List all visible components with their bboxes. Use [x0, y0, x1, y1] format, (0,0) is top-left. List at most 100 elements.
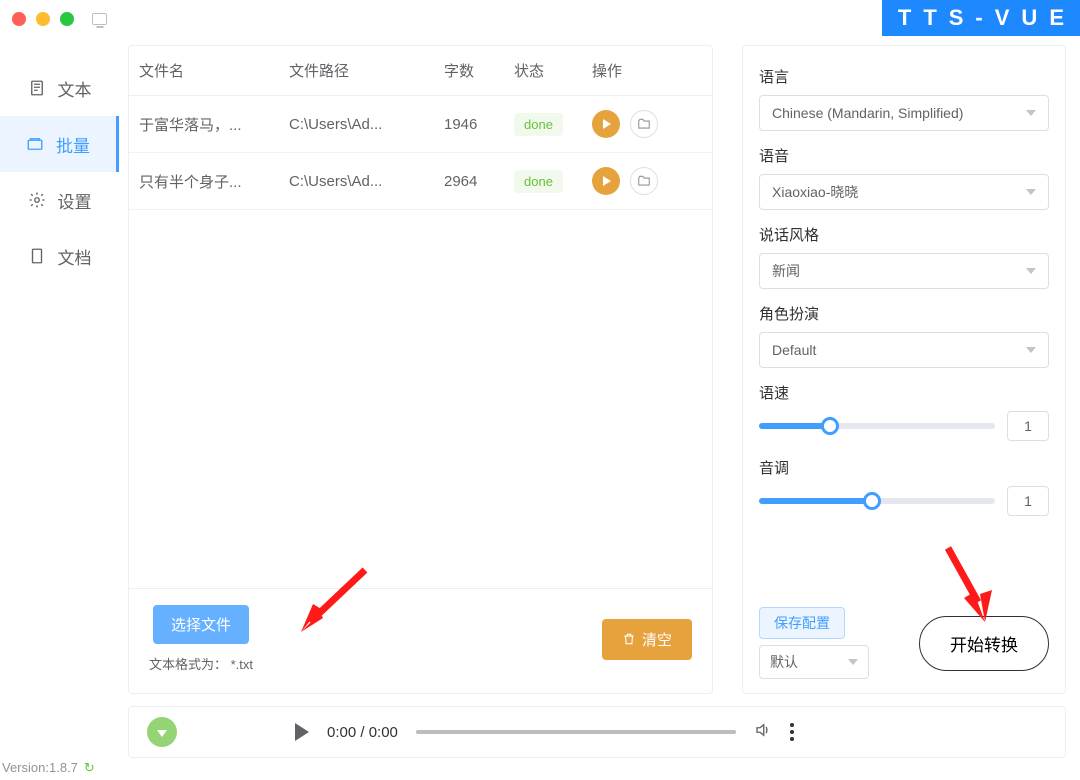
table-header-row: 文件名 文件路径 字数 状态 操作 — [129, 46, 712, 96]
open-folder-button[interactable] — [630, 167, 658, 195]
sidebar-item-text[interactable]: 文本 — [0, 60, 119, 116]
pitch-label: 音调 — [759, 457, 1049, 478]
play-icon — [603, 176, 611, 186]
style-select[interactable]: 新闻 — [759, 253, 1049, 289]
language-value: Chinese (Mandarin, Simplified) — [772, 105, 963, 121]
choose-file-group: 选择文件 文本格式为： *.txt — [149, 605, 253, 673]
settings-panel: 语言 Chinese (Mandarin, Simplified) 语音 Xia… — [742, 45, 1066, 694]
min-dot[interactable] — [36, 12, 50, 26]
cell-path: C:\Users\Ad... — [289, 116, 444, 133]
choose-file-button[interactable]: 选择文件 — [153, 605, 249, 644]
pitch-slider-thumb[interactable] — [863, 492, 881, 510]
th-status: 状态 — [514, 60, 592, 81]
cell-ops — [592, 167, 702, 195]
chevron-down-icon — [848, 659, 858, 665]
reload-icon[interactable]: ↻ — [84, 760, 95, 775]
cell-status: done — [514, 173, 592, 190]
language-select[interactable]: Chinese (Mandarin, Simplified) — [759, 95, 1049, 131]
style-value: 新闻 — [772, 261, 800, 281]
sidebar-item-docs[interactable]: 文档 — [0, 228, 119, 284]
trash-icon — [622, 632, 636, 646]
th-name: 文件名 — [139, 60, 289, 81]
sidebar: 文本 批量 设置 文档 — [0, 38, 120, 740]
sidebar-item-label: 文本 — [58, 76, 92, 101]
rate-label: 语速 — [759, 382, 1049, 403]
rate-slider[interactable] — [759, 423, 995, 429]
role-label: 角色扮演 — [759, 303, 1049, 324]
max-dot[interactable] — [60, 12, 74, 26]
sidebar-item-settings[interactable]: 设置 — [0, 172, 119, 228]
chevron-down-icon — [1026, 189, 1036, 195]
profile-select[interactable]: 默认 — [759, 645, 869, 679]
sidebar-item-batch[interactable]: 批量 — [0, 116, 119, 172]
clear-button[interactable]: 清空 — [602, 619, 692, 660]
language-label: 语言 — [759, 66, 1049, 87]
table-row: 只有半个身子... C:\Users\Ad... 2964 done — [129, 153, 712, 210]
save-config-group: 保存配置 默认 — [759, 607, 869, 679]
play-icon — [603, 119, 611, 129]
cell-name: 于富华落马，... — [139, 114, 289, 135]
format-hint-text: 文本格式为： *.txt — [149, 654, 253, 673]
docs-icon — [28, 247, 46, 265]
profile-value: 默认 — [770, 652, 798, 672]
chevron-down-icon — [1026, 110, 1036, 116]
th-count: 字数 — [444, 60, 514, 81]
cell-path: C:\Users\Ad... — [289, 173, 444, 190]
play-button[interactable] — [592, 167, 620, 195]
clear-label: 清空 — [642, 629, 672, 650]
cell-count: 1946 — [444, 116, 514, 133]
sidebar-item-label: 设置 — [58, 188, 92, 213]
gear-icon — [28, 191, 46, 209]
open-folder-button[interactable] — [630, 110, 658, 138]
version-label: Version:1.8.7↻ — [2, 760, 95, 776]
audio-player: 0:00 / 0:00 — [128, 706, 1066, 758]
sidebar-item-label: 批量 — [56, 132, 90, 157]
player-progress[interactable] — [416, 730, 736, 734]
rate-slider-fill — [759, 423, 830, 429]
file-table-footer: 选择文件 文本格式为： *.txt 清空 — [129, 588, 712, 693]
titlebar: TTS-VUE — [0, 0, 1080, 38]
download-button[interactable] — [147, 717, 177, 747]
role-value: Default — [772, 342, 816, 358]
pitch-slider-row — [759, 486, 1049, 516]
download-icon — [157, 730, 167, 737]
voice-value: Xiaoxiao-晓晓 — [772, 182, 858, 202]
chevron-down-icon — [1026, 268, 1036, 274]
player-menu[interactable] — [790, 723, 794, 741]
rate-input[interactable] — [1007, 411, 1049, 441]
app-logo: TTS-VUE — [882, 0, 1080, 36]
done-tag: done — [514, 113, 563, 136]
text-icon — [28, 79, 46, 97]
folder-icon — [637, 117, 651, 131]
volume-icon[interactable] — [754, 721, 772, 744]
done-tag: done — [514, 170, 563, 193]
th-ops: 操作 — [592, 60, 702, 81]
cell-count: 2964 — [444, 173, 514, 190]
batch-icon — [26, 135, 44, 153]
pitch-slider-fill — [759, 498, 872, 504]
start-convert-button[interactable]: 开始转换 — [919, 616, 1049, 671]
cell-status: done — [514, 116, 592, 133]
sidebar-item-label: 文档 — [58, 244, 92, 269]
cell-ops — [592, 110, 702, 138]
monitor-icon[interactable] — [92, 13, 107, 25]
chevron-down-icon — [1026, 347, 1036, 353]
save-config-button[interactable]: 保存配置 — [759, 607, 845, 639]
file-table-panel: 文件名 文件路径 字数 状态 操作 于富华落马，... C:\Users\Ad.… — [128, 45, 713, 694]
style-label: 说话风格 — [759, 224, 1049, 245]
cell-name: 只有半个身子... — [139, 171, 289, 192]
play-button[interactable] — [592, 110, 620, 138]
pitch-slider[interactable] — [759, 498, 995, 504]
pitch-input[interactable] — [1007, 486, 1049, 516]
voice-label: 语音 — [759, 145, 1049, 166]
folder-icon — [637, 174, 651, 188]
table-row: 于富华落马，... C:\Users\Ad... 1946 done — [129, 96, 712, 153]
rate-slider-thumb[interactable] — [821, 417, 839, 435]
close-dot[interactable] — [12, 12, 26, 26]
player-play-button[interactable] — [295, 723, 309, 741]
player-time: 0:00 / 0:00 — [327, 724, 398, 741]
panel-footer: 保存配置 默认 开始转换 — [759, 607, 1049, 679]
voice-select[interactable]: Xiaoxiao-晓晓 — [759, 174, 1049, 210]
th-path: 文件路径 — [289, 60, 444, 81]
role-select[interactable]: Default — [759, 332, 1049, 368]
